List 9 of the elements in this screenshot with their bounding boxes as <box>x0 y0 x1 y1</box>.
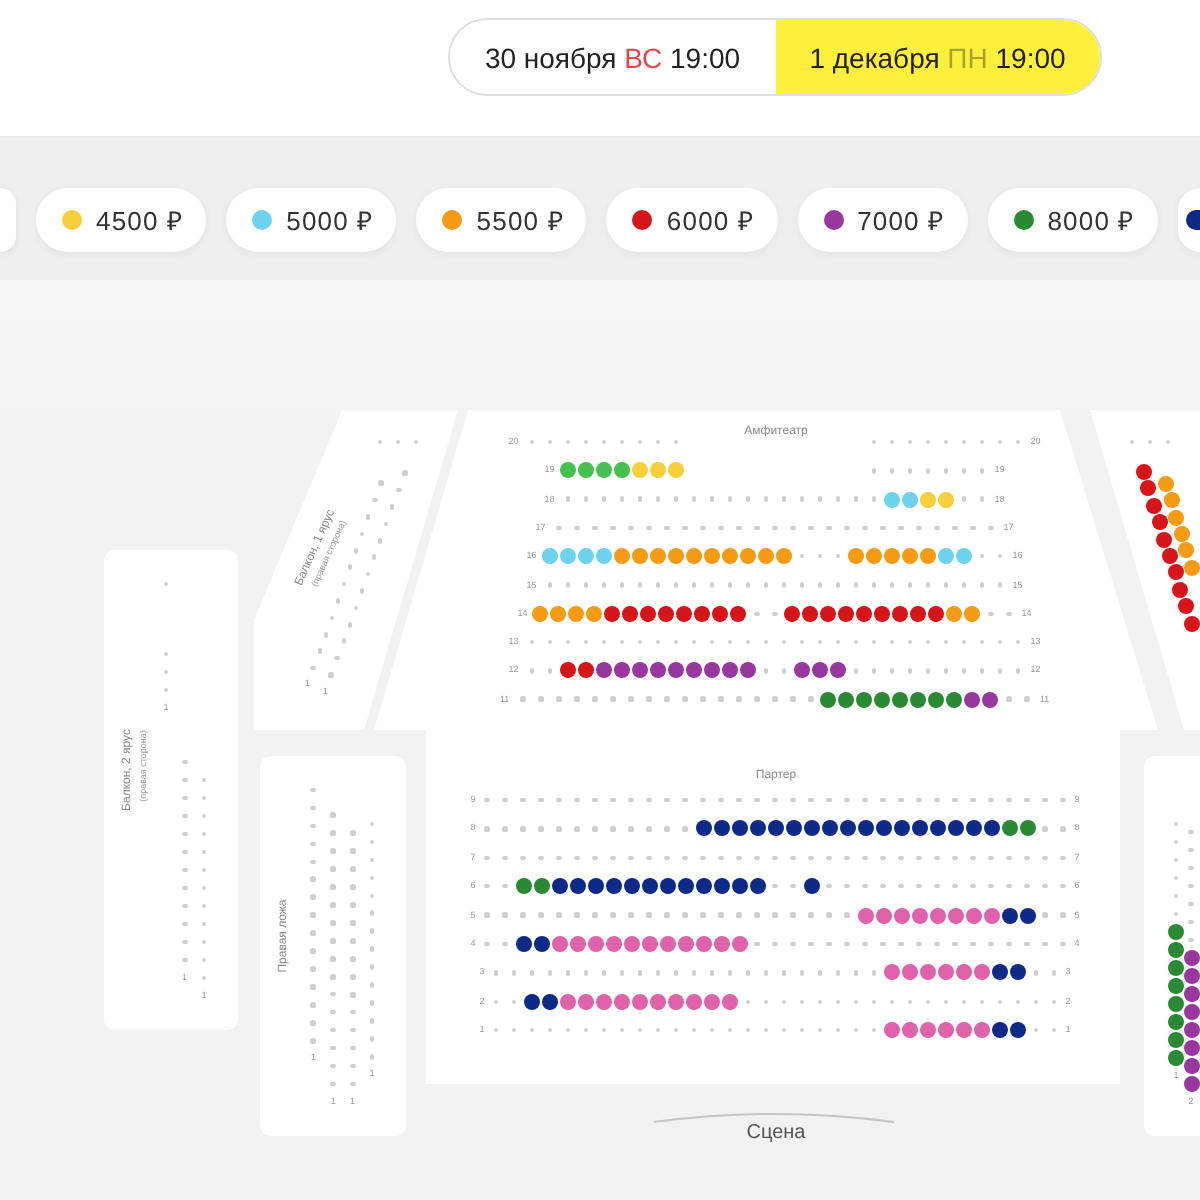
price-chip[interactable]: 5500 ₽ <box>416 188 587 252</box>
price-chip[interactable]: 6000 ₽ <box>606 188 778 252</box>
price-chip[interactable]: 4500 ₽ <box>36 188 207 252</box>
date-tab[interactable]: 1 декабря ПН 19:00 <box>775 20 1100 94</box>
price-chip[interactable] <box>1177 188 1200 252</box>
price-chip[interactable]: 7000 ₽ <box>797 188 968 252</box>
price-chip[interactable]: 8000 ₽ <box>987 188 1158 252</box>
stage-label: Сцена <box>746 1124 806 1144</box>
price-chip[interactable]: 5000 ₽ <box>226 188 397 252</box>
